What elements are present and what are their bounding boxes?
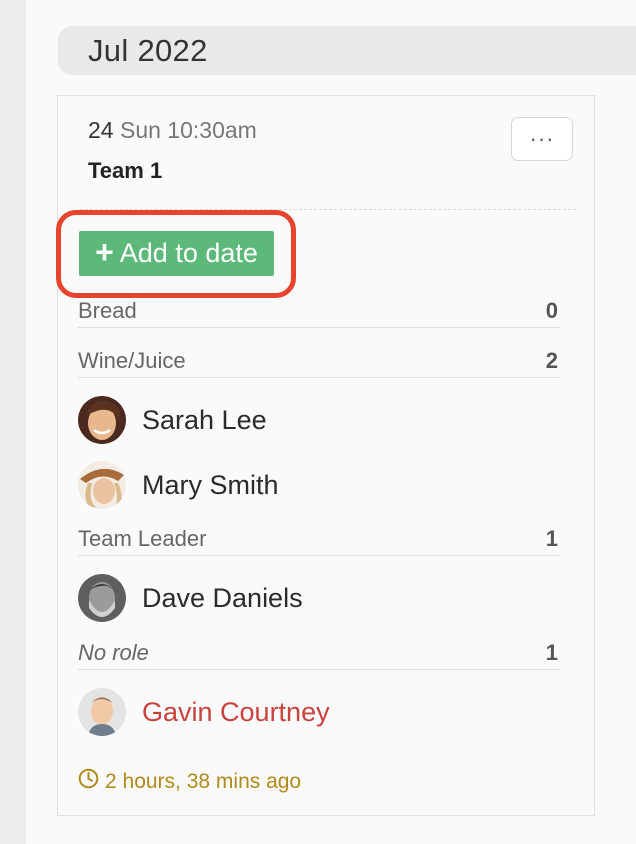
- avatar: [78, 574, 126, 622]
- event-date: 24 Sun 10:30am: [88, 117, 257, 144]
- person-row[interactable]: Mary Smith: [78, 460, 279, 510]
- person-row[interactable]: Gavin Courtney: [78, 687, 330, 737]
- plus-icon: +: [95, 233, 114, 270]
- role-row-count: 0: [545, 298, 558, 323]
- last-updated: 2 hours, 38 mins ago: [78, 768, 301, 795]
- event-team-name: Team 1: [88, 158, 163, 183]
- person-name: Dave Daniels: [142, 582, 303, 613]
- ellipsis-icon: ···: [529, 126, 555, 151]
- role-row-count: 2: [545, 348, 558, 373]
- row-divider: [78, 377, 560, 378]
- add-to-date-label: Add to date: [119, 238, 258, 268]
- row-divider: [78, 669, 560, 670]
- more-options-button[interactable]: ···: [511, 117, 573, 161]
- row-divider: [78, 555, 560, 556]
- role-row-label: Wine/Juice: [78, 348, 186, 373]
- role-row-label: Team Leader: [78, 526, 207, 551]
- person-name: Mary Smith: [142, 469, 279, 500]
- avatar: [78, 461, 126, 509]
- month-header: Jul 2022: [58, 26, 636, 75]
- sidebar-strip: [0, 0, 26, 844]
- row-divider: [78, 327, 560, 328]
- role-row-count: 1: [545, 526, 558, 551]
- role-row-label: Bread: [78, 298, 137, 323]
- person-row[interactable]: Sarah Lee: [78, 395, 267, 445]
- event-day-number: 24: [88, 117, 114, 143]
- person-row[interactable]: Dave Daniels: [78, 573, 303, 623]
- person-name: Sarah Lee: [142, 404, 267, 435]
- event-day-time: Sun 10:30am: [119, 117, 257, 143]
- month-header-label: Jul 2022: [88, 32, 208, 68]
- clock-icon: [78, 768, 99, 795]
- role-row-label: No role: [78, 640, 149, 665]
- role-row-count: 1: [545, 640, 558, 665]
- last-updated-text: 2 hours, 38 mins ago: [105, 769, 302, 793]
- person-name: Gavin Courtney: [142, 696, 330, 727]
- avatar: [78, 396, 126, 444]
- add-to-date-button[interactable]: + Add to date: [79, 231, 274, 276]
- avatar: [78, 688, 126, 736]
